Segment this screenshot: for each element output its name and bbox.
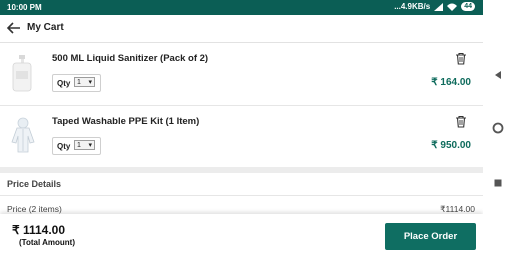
divider (0, 195, 483, 196)
qty-label: Qty (57, 79, 71, 88)
quantity-dropdown[interactable]: 1 ▾ (74, 140, 95, 150)
app-bar: My Cart (0, 15, 483, 43)
price-details-title: Price Details (7, 179, 62, 189)
delete-icon[interactable] (455, 115, 467, 128)
phone-screen: 10:00 PM ...4.9KB/s 44 My Cart 500 ML Li… (0, 0, 483, 256)
ppe-kit-image (11, 117, 35, 153)
qty-label: Qty (57, 142, 71, 151)
network-speed: ...4.9KB/s (394, 2, 431, 11)
price-row-label: Price (2 items) (7, 204, 62, 214)
status-bar: 10:00 PM ...4.9KB/s 44 (0, 0, 483, 15)
product-name: 500 ML Liquid Sanitizer (Pack of 2) (52, 53, 209, 64)
nav-back-icon[interactable] (483, 67, 512, 85)
product-name: Taped Washable PPE Kit (1 Item) (52, 116, 200, 127)
nav-home-icon[interactable] (483, 121, 512, 139)
signal-icon (434, 2, 444, 11)
cart-item: Taped Washable PPE Kit (1 Item) Qty 1 ▾ … (0, 106, 483, 168)
dropdown-arrow-icon: ▾ (88, 142, 92, 149)
delete-icon[interactable] (455, 52, 467, 65)
arrow-left-icon[interactable] (6, 20, 22, 36)
quantity-value: 1 (77, 141, 81, 149)
quantity-dropdown[interactable]: 1 ▾ (74, 77, 95, 87)
status-time: 10:00 PM (7, 3, 42, 12)
android-nav-bar (483, 0, 512, 256)
total-amount: ₹ 1114.00 (12, 223, 66, 237)
cart-item: 500 ML Liquid Sanitizer (Pack of 2) Qty … (0, 43, 483, 106)
product-price: ₹ 164.00 (431, 77, 471, 88)
product-price: ₹ 950.00 (431, 140, 471, 151)
sanitizer-bottle-image (12, 55, 32, 92)
status-indicators: ...4.9KB/s 44 (394, 2, 475, 11)
quantity-value: 1 (77, 78, 81, 86)
place-order-button[interactable]: Place Order (385, 223, 476, 250)
wifi-icon (447, 3, 458, 11)
section-divider (0, 167, 483, 173)
checkout-footer: ₹ 1114.00 (Total Amount) Place Order (0, 214, 483, 256)
battery-indicator: 44 (461, 2, 475, 11)
nav-recents-icon[interactable] (483, 175, 512, 193)
page-title: My Cart (27, 22, 64, 33)
dropdown-arrow-icon: ▾ (88, 79, 92, 86)
total-amount-label: (Total Amount) (19, 238, 75, 247)
